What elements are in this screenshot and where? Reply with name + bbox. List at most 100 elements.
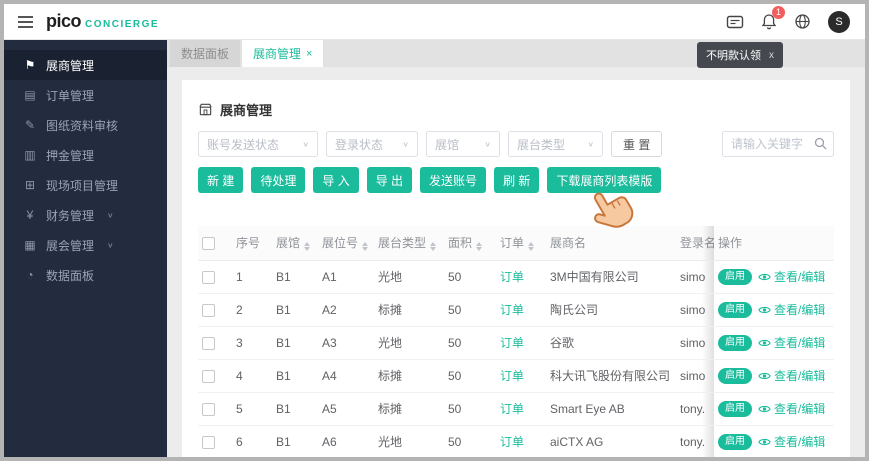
view-edit-link[interactable]: 查看/编辑 [758, 400, 825, 417]
eye-icon [758, 405, 771, 412]
booth-type-select[interactable]: 展台类型 ∨ [508, 131, 603, 157]
tab-exhibitor-management[interactable]: 展商管理 × [242, 40, 324, 67]
brand-primary: pico [46, 11, 82, 31]
page-title: 展商管理 [198, 100, 834, 119]
sidebar-item-drawing-review[interactable]: ✎ 图纸资料审核 [4, 110, 167, 140]
sidebar-item-exhibition-management[interactable]: ▦ 展会管理 ∨ [4, 230, 167, 260]
col-order[interactable]: 订单 [496, 226, 546, 261]
deposit-icon: ▥ [24, 148, 36, 162]
eye-icon [758, 306, 771, 313]
col-hall[interactable]: 展馆 [272, 226, 318, 261]
row-checkbox[interactable] [202, 435, 215, 449]
sort-icon[interactable] [528, 242, 535, 252]
sidebar-item-deposit-management[interactable]: ▥ 押金管理 [4, 140, 167, 170]
col-area[interactable]: 面积 [444, 226, 496, 261]
view-edit-link[interactable]: 查看/编辑 [758, 301, 825, 318]
create-button[interactable]: 新 建 [198, 167, 244, 193]
sort-icon[interactable] [476, 242, 483, 252]
sidebar-item-label: 展会管理 [46, 238, 95, 253]
col-booth[interactable]: 展位号 [318, 226, 374, 261]
filter-row: 账号发送状态 ∨ 登录状态 ∨ 展馆 ∨ 展台类型 ∨ 重 置 [198, 131, 834, 157]
eye-icon [758, 372, 771, 379]
storefront-icon [199, 103, 212, 116]
sidebar-item-exhibitor-management[interactable]: ⚑ 展商管理 [4, 50, 167, 80]
eye-icon [758, 273, 771, 280]
sort-icon[interactable] [430, 242, 437, 252]
language-globe-icon[interactable] [794, 13, 811, 30]
hall-select[interactable]: 展馆 ∨ [426, 131, 500, 157]
table-row: 4 B1 A4 标摊 50 订单 科大讯飞股份有限公司 simo 启用 查看/编辑 [198, 359, 834, 393]
tab-data-panel[interactable]: 数据面板 [170, 40, 241, 67]
col-exhibitor-name: 展商名 [546, 226, 676, 261]
sort-icon[interactable] [362, 242, 369, 252]
main-area: 数据面板 展商管理 × 展商管理 账号发送状态 ∨ 登录状态 ∨ 展馆 ∨ 展台… [167, 40, 865, 457]
sidebar: ⚑ 展商管理 ▤ 订单管理 ✎ 图纸资料审核 ▥ 押金管理 ⊞ 现场项目管理 ¥… [4, 40, 167, 457]
table-row: 2 B1 A2 标摊 50 订单 陶氏公司 simo 启用 查看/编辑 [198, 293, 834, 327]
row-checkbox[interactable] [202, 402, 215, 416]
unclaimed-funds-tooltip[interactable]: 不明款认领 x [697, 42, 783, 68]
order-link[interactable]: 订单 [500, 402, 524, 416]
sidebar-item-label: 数据面板 [46, 268, 95, 283]
download-template-button[interactable]: 下载展商列表模版 [547, 167, 662, 193]
row-checkbox[interactable] [202, 270, 215, 284]
tooltip-close-icon[interactable]: x [769, 50, 774, 61]
col-actions: 操作 [702, 226, 834, 261]
search-box [722, 131, 834, 157]
chevron-down-icon: ∨ [302, 139, 309, 148]
row-checkbox[interactable] [202, 336, 215, 350]
row-checkbox[interactable] [202, 303, 215, 317]
brand-logo: pico CONCIERGE [46, 11, 159, 32]
pending-button[interactable]: 待处理 [251, 167, 306, 193]
account-send-status-select[interactable]: 账号发送状态 ∨ [198, 131, 318, 157]
page-title-text: 展商管理 [220, 103, 273, 118]
col-booth-type[interactable]: 展台类型 [374, 226, 444, 261]
order-link[interactable]: 订单 [500, 435, 524, 449]
sidebar-item-data-dashboard[interactable]: ◔ 数据面板 [4, 260, 167, 290]
drawings-icon: ✎ [24, 118, 36, 132]
order-link[interactable]: 订单 [500, 369, 524, 383]
sidebar-item-order-management[interactable]: ▤ 订单管理 [4, 80, 167, 110]
view-edit-link[interactable]: 查看/编辑 [758, 268, 825, 285]
orders-icon: ▤ [24, 88, 36, 102]
app-window: pico CONCIERGE 1 S 不明款认领 x ⚑ 展商管理 ▤ 订单管理… [0, 0, 869, 461]
export-button[interactable]: 导 出 [366, 167, 413, 193]
view-edit-link[interactable]: 查看/编辑 [758, 367, 825, 384]
content-card: 展商管理 账号发送状态 ∨ 登录状态 ∨ 展馆 ∨ 展台类型 ∨ 重 置 请输入… [182, 80, 850, 457]
exhibition-icon: ▦ [24, 238, 36, 252]
sidebar-item-label: 图纸资料审核 [46, 118, 119, 133]
row-checkbox[interactable] [202, 369, 215, 383]
select-all-checkbox[interactable] [202, 236, 215, 250]
send-account-button[interactable]: 发送账号 [420, 167, 487, 193]
order-link[interactable]: 订单 [500, 270, 524, 284]
tab-close-icon[interactable]: × [306, 48, 312, 60]
keyword-search-input[interactable] [722, 131, 834, 157]
sort-icon[interactable] [304, 242, 311, 252]
refresh-button[interactable]: 刷 新 [494, 167, 540, 193]
import-button[interactable]: 导 入 [313, 167, 359, 193]
table-row: 6 B1 A6 光地 50 订单 aiCTX AG tony. 启用 查看/编辑 [198, 425, 834, 457]
sidebar-item-label: 财务管理 [46, 208, 95, 223]
user-avatar[interactable]: S [828, 10, 850, 33]
sidebar-item-finance-management[interactable]: ¥ 财务管理 ∨ [4, 200, 167, 230]
eye-icon [758, 438, 771, 445]
notifications-bell-icon[interactable]: 1 [761, 6, 785, 30]
order-link[interactable]: 订单 [500, 303, 524, 317]
view-edit-link[interactable]: 查看/编辑 [758, 334, 825, 351]
status-badge: 启用 [718, 301, 752, 318]
unclaimed-funds-icon[interactable] [726, 14, 744, 30]
chevron-down-icon: ∨ [587, 139, 594, 148]
sidebar-item-label: 订单管理 [46, 88, 95, 103]
menu-icon[interactable] [18, 15, 33, 28]
view-edit-link[interactable]: 查看/编辑 [758, 433, 825, 450]
eye-icon [758, 339, 771, 346]
notification-badge: 1 [772, 6, 785, 19]
login-status-select[interactable]: 登录状态 ∨ [326, 131, 418, 157]
reset-button[interactable]: 重 置 [611, 131, 663, 157]
status-badge: 启用 [718, 334, 752, 351]
order-link[interactable]: 订单 [500, 336, 524, 350]
tab-label: 展商管理 [253, 47, 302, 61]
action-button-row: 新 建 待处理 导 入 导 出 发送账号 刷 新 下载展商列表模版 [198, 167, 834, 228]
sidebar-item-onsite-project-management[interactable]: ⊞ 现场项目管理 [4, 170, 167, 200]
chevron-down-icon: ∨ [484, 139, 491, 148]
status-badge: 启用 [718, 433, 752, 450]
